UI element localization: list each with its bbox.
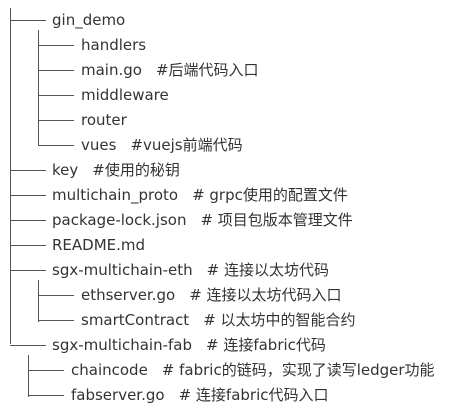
entry-name: middleware xyxy=(81,86,169,104)
tree-row: middleware xyxy=(8,83,468,108)
tree-connector xyxy=(10,345,46,346)
tree-entry[interactable]: handlers xyxy=(81,33,146,58)
tree-entry[interactable]: multichain_proto # grpc使用的配置文件 xyxy=(52,183,348,208)
tree-row: package-lock.json # 项目包版本管理文件 xyxy=(8,208,468,233)
tree-entry[interactable]: key #使用的秘钥 xyxy=(52,158,180,183)
tree-entry[interactable]: ethserver.go # 连接以太坊代码入口 xyxy=(81,283,342,308)
tree-connector xyxy=(10,270,46,271)
tree-entry[interactable]: gin_demo xyxy=(52,8,125,33)
entry-comment: #后端代码入口 xyxy=(155,61,259,79)
tree-entry[interactable]: package-lock.json # 项目包版本管理文件 xyxy=(52,208,353,233)
tree-row: ethserver.go # 连接以太坊代码入口 xyxy=(8,283,468,308)
entry-name: gin_demo xyxy=(52,11,126,29)
entry-name: package-lock.json xyxy=(52,211,187,229)
entry-name: vues xyxy=(81,136,117,154)
tree-entry[interactable]: chaincode # fabric的链码，实现了读写ledger功能 xyxy=(71,358,435,383)
tree-connector xyxy=(38,295,74,296)
tree-connector xyxy=(38,95,74,96)
entry-name: sgx-multichain-eth xyxy=(52,261,193,279)
entry-name: router xyxy=(81,111,127,129)
tree-entry[interactable]: router xyxy=(81,108,127,133)
tree-row: multichain_proto # grpc使用的配置文件 xyxy=(8,183,468,208)
tree-connector xyxy=(38,45,74,46)
directory-tree: gin_demo handlers main.go #后端代码入口 middlew… xyxy=(8,8,468,408)
entry-name: fabserver.go xyxy=(71,386,165,404)
tree-row: README.md xyxy=(8,233,468,258)
entry-comment: # 连接fabric代码入口 xyxy=(178,386,329,404)
tree-row: smartContract # 以太坊中的智能合约 xyxy=(8,308,468,333)
tree-connector xyxy=(10,220,46,221)
entry-comment: # 连接以太坊代码入口 xyxy=(189,286,342,304)
entry-comment: # 项目包版本管理文件 xyxy=(200,211,353,229)
tree-entry[interactable]: smartContract # 以太坊中的智能合约 xyxy=(81,308,356,333)
tree-connector xyxy=(10,20,46,21)
tree-entry[interactable]: sgx-multichain-eth # 连接以太坊代码 xyxy=(52,258,329,283)
entry-comment: #vuejs前端代码 xyxy=(130,136,243,154)
tree-row: gin_demo xyxy=(8,8,468,33)
tree-row: main.go #后端代码入口 xyxy=(8,58,468,83)
tree-entry[interactable]: fabserver.go # 连接fabric代码入口 xyxy=(71,383,329,408)
entry-comment: #使用的秘钥 xyxy=(92,161,180,179)
entry-comment: # 以太坊中的智能合约 xyxy=(203,311,356,329)
tree-connector xyxy=(28,395,64,396)
entry-name: key xyxy=(52,161,79,179)
entry-comment: # 连接以太坊代码 xyxy=(206,261,329,279)
tree-row: vues #vuejs前端代码 xyxy=(8,133,468,158)
tree-connector xyxy=(38,320,74,321)
tree-connector xyxy=(10,170,46,171)
tree-entry[interactable]: README.md xyxy=(52,233,145,258)
entry-comment: # grpc使用的配置文件 xyxy=(192,186,348,204)
entry-name: sgx-multichain-fab xyxy=(52,336,192,354)
tree-row: router xyxy=(8,108,468,133)
entry-name: smartContract xyxy=(81,311,190,329)
tree-connector xyxy=(28,370,64,371)
tree-row: key #使用的秘钥 xyxy=(8,158,468,183)
entry-name: chaincode xyxy=(71,361,148,379)
tree-row: chaincode # fabric的链码，实现了读写ledger功能 xyxy=(8,358,468,383)
tree-connector xyxy=(10,195,46,196)
tree-entry[interactable]: main.go #后端代码入口 xyxy=(81,58,259,83)
tree-entry[interactable]: vues #vuejs前端代码 xyxy=(81,133,243,158)
entry-comment: # fabric的链码，实现了读写ledger功能 xyxy=(161,361,435,379)
tree-row: fabserver.go # 连接fabric代码入口 xyxy=(8,383,468,408)
tree-row: sgx-multichain-fab # 连接fabric代码 xyxy=(8,333,468,358)
tree-connector xyxy=(10,245,46,246)
tree-connector xyxy=(38,120,74,121)
entry-name: main.go xyxy=(81,61,142,79)
tree-row: sgx-multichain-eth # 连接以太坊代码 xyxy=(8,258,468,283)
tree-entry[interactable]: sgx-multichain-fab # 连接fabric代码 xyxy=(52,333,326,358)
entry-comment: # 连接fabric代码 xyxy=(206,336,326,354)
tree-row: handlers xyxy=(8,33,468,58)
entry-name: ethserver.go xyxy=(81,286,176,304)
tree-connector xyxy=(38,145,74,146)
entry-name: multichain_proto xyxy=(52,186,179,204)
tree-entry[interactable]: middleware xyxy=(81,83,169,108)
entry-name: handlers xyxy=(81,36,147,54)
entry-name: README.md xyxy=(52,236,146,254)
tree-connector xyxy=(38,70,74,71)
